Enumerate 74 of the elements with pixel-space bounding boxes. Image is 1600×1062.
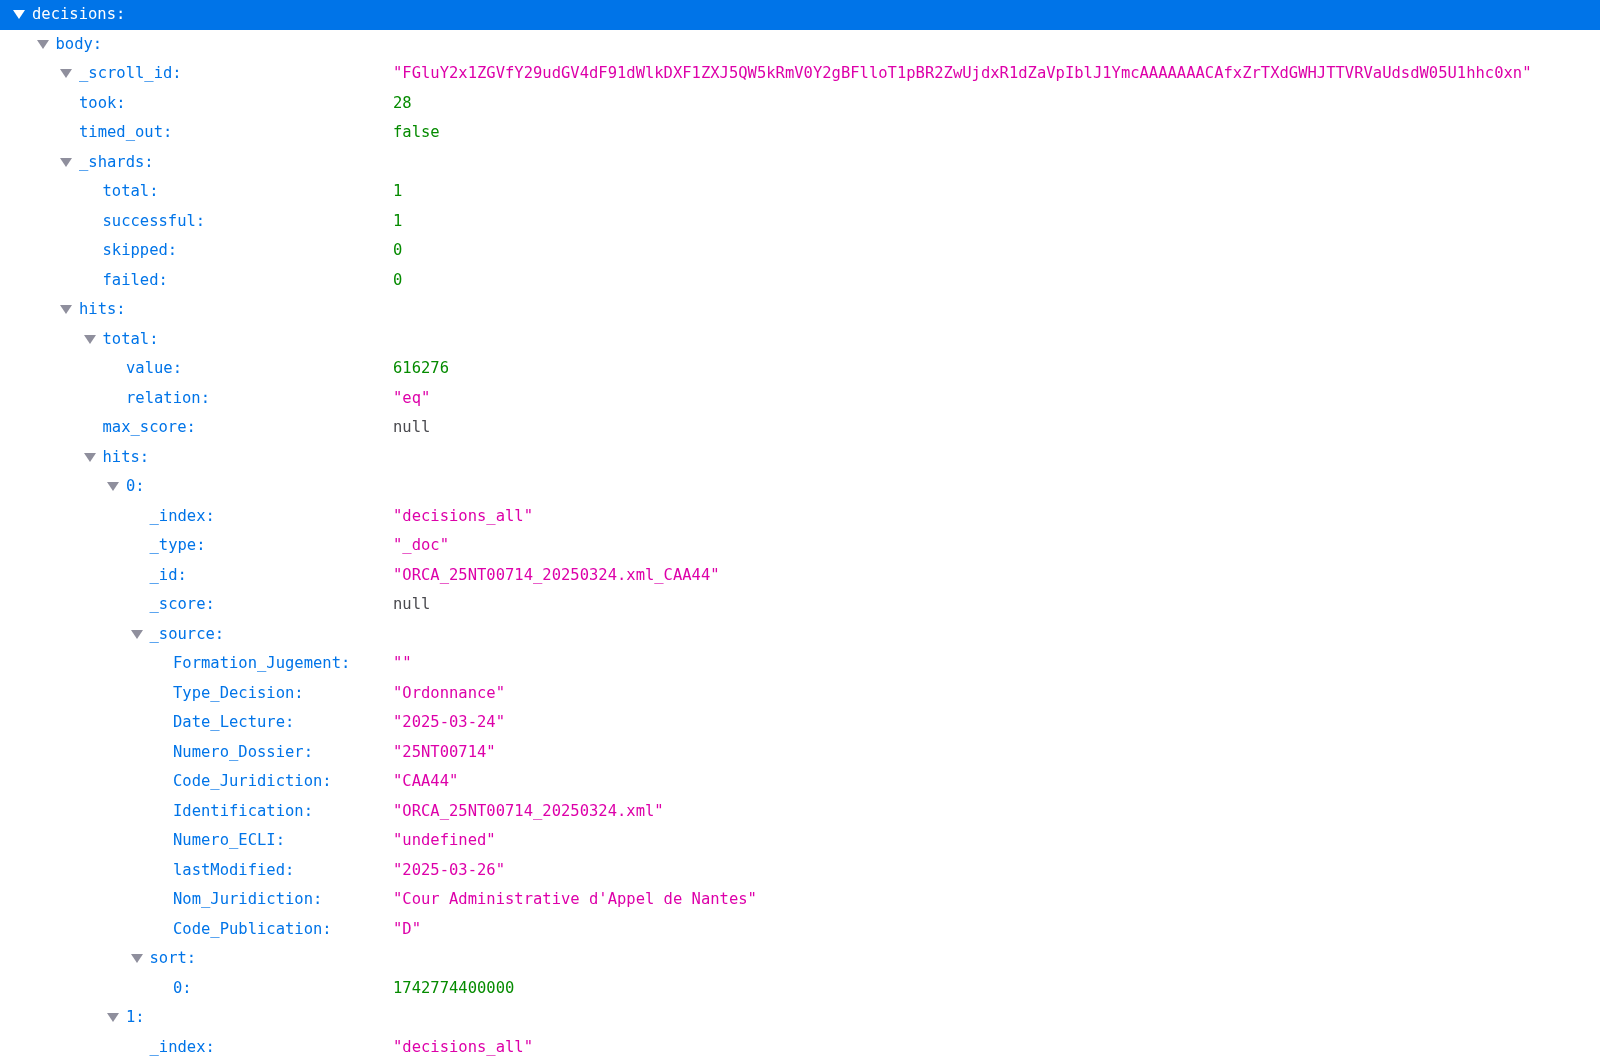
property-value: "undefined" bbox=[393, 830, 496, 852]
collapse-triangle-icon[interactable] bbox=[36, 39, 49, 49]
property-key: skipped: bbox=[102, 239, 178, 263]
property-value: "decisions_all" bbox=[393, 1036, 533, 1058]
collapse-triangle-icon[interactable] bbox=[60, 157, 72, 167]
collapse-triangle-icon[interactable] bbox=[83, 452, 96, 462]
property-key: Nom_Juridiction: bbox=[173, 888, 323, 912]
property-value: "Cour Administrative d'Appel de Nantes" bbox=[393, 889, 757, 911]
property-key: 1: bbox=[126, 1006, 145, 1030]
collapse-triangle-icon[interactable] bbox=[130, 954, 143, 964]
property-key: Date_Lecture: bbox=[173, 711, 295, 735]
property-key: _scroll_id: bbox=[79, 62, 182, 86]
property-key: _id: bbox=[149, 563, 187, 587]
property-key: max_score: bbox=[102, 416, 196, 440]
property-value: "2025-03-24" bbox=[393, 712, 505, 734]
collapse-triangle-icon[interactable] bbox=[83, 334, 96, 344]
property-value: 1 bbox=[393, 210, 403, 232]
collapse-triangle-icon[interactable] bbox=[107, 1013, 119, 1023]
property-key: relation: bbox=[126, 386, 210, 410]
property-value: "" bbox=[393, 653, 412, 675]
property-value: 0 bbox=[393, 240, 403, 262]
property-value: "D" bbox=[393, 918, 421, 940]
tree-row[interactable]: decisions: bbox=[0, 0, 1600, 30]
property-key: lastModified: bbox=[173, 858, 295, 882]
property-key: _shards: bbox=[79, 150, 154, 174]
property-key: _source: bbox=[149, 622, 225, 646]
property-value: null bbox=[393, 594, 431, 616]
property-key: Formation_Jugement: bbox=[173, 652, 351, 676]
property-value: "decisions_all" bbox=[393, 505, 533, 527]
property-key: _score: bbox=[149, 593, 215, 617]
property-value: "ORCA_25NT00714_20250324.xml_CAA44" bbox=[393, 564, 720, 586]
property-value: "2025-03-26" bbox=[393, 859, 505, 881]
property-value: 1742774400000 bbox=[393, 977, 515, 999]
property-key: hits: bbox=[102, 445, 150, 469]
property-key: Code_Juridiction: bbox=[173, 770, 332, 794]
property-key: timed_out: bbox=[79, 121, 173, 145]
property-value: "FGluY2x1ZGVfY29udGV4dF91dWlkDXF1ZXJ5QW5kRmV0Y2gBFlloT1pBR2ZwUjdxR1dZaVpIblJ1YmcAAAAAAACAfxZrTXdGWHJTTVRVaUdsdW05U1hhc0xn" bbox=[393, 63, 1532, 85]
property-key: body: bbox=[55, 32, 103, 56]
property-value: "eq" bbox=[393, 387, 431, 409]
property-value: 28 bbox=[393, 92, 412, 114]
property-key: _index: bbox=[149, 504, 215, 528]
property-key: _index: bbox=[149, 1035, 215, 1059]
collapse-triangle-icon[interactable] bbox=[13, 10, 25, 20]
property-value: "_doc" bbox=[393, 535, 449, 557]
collapse-triangle-icon[interactable] bbox=[60, 305, 72, 315]
property-value: "CAA44" bbox=[393, 771, 459, 793]
property-value: 0 bbox=[393, 269, 403, 291]
property-key: failed: bbox=[102, 268, 168, 292]
property-key: value: bbox=[126, 357, 182, 381]
property-key: Identification: bbox=[173, 799, 313, 823]
collapse-triangle-icon[interactable] bbox=[60, 69, 72, 79]
property-key: total: bbox=[102, 327, 159, 351]
property-value: false bbox=[393, 122, 440, 144]
property-key: took: bbox=[79, 91, 126, 115]
property-value: null bbox=[393, 417, 431, 439]
property-key: successful: bbox=[102, 209, 206, 233]
property-value: "ORCA_25NT00714_20250324.xml" bbox=[393, 800, 664, 822]
property-key: total: bbox=[102, 180, 159, 204]
property-key: Type_Decision: bbox=[173, 681, 304, 705]
property-key: hits: bbox=[79, 298, 126, 322]
property-key: sort: bbox=[149, 947, 197, 971]
property-key: decisions: bbox=[32, 3, 126, 27]
property-value: "Ordonnance" bbox=[393, 682, 505, 704]
property-value: 616276 bbox=[393, 358, 449, 380]
property-key: 0: bbox=[173, 976, 192, 1000]
property-value: "25NT00714" bbox=[393, 741, 496, 763]
property-key: 0: bbox=[126, 475, 145, 499]
collapse-triangle-icon[interactable] bbox=[130, 629, 143, 639]
collapse-triangle-icon[interactable] bbox=[107, 482, 119, 492]
property-key: _type: bbox=[149, 534, 206, 558]
property-key: Code_Publication: bbox=[173, 917, 332, 941]
property-key: Numero_Dossier: bbox=[173, 740, 313, 764]
property-key: Numero_ECLI: bbox=[173, 829, 285, 853]
property-value: 1 bbox=[393, 181, 403, 203]
